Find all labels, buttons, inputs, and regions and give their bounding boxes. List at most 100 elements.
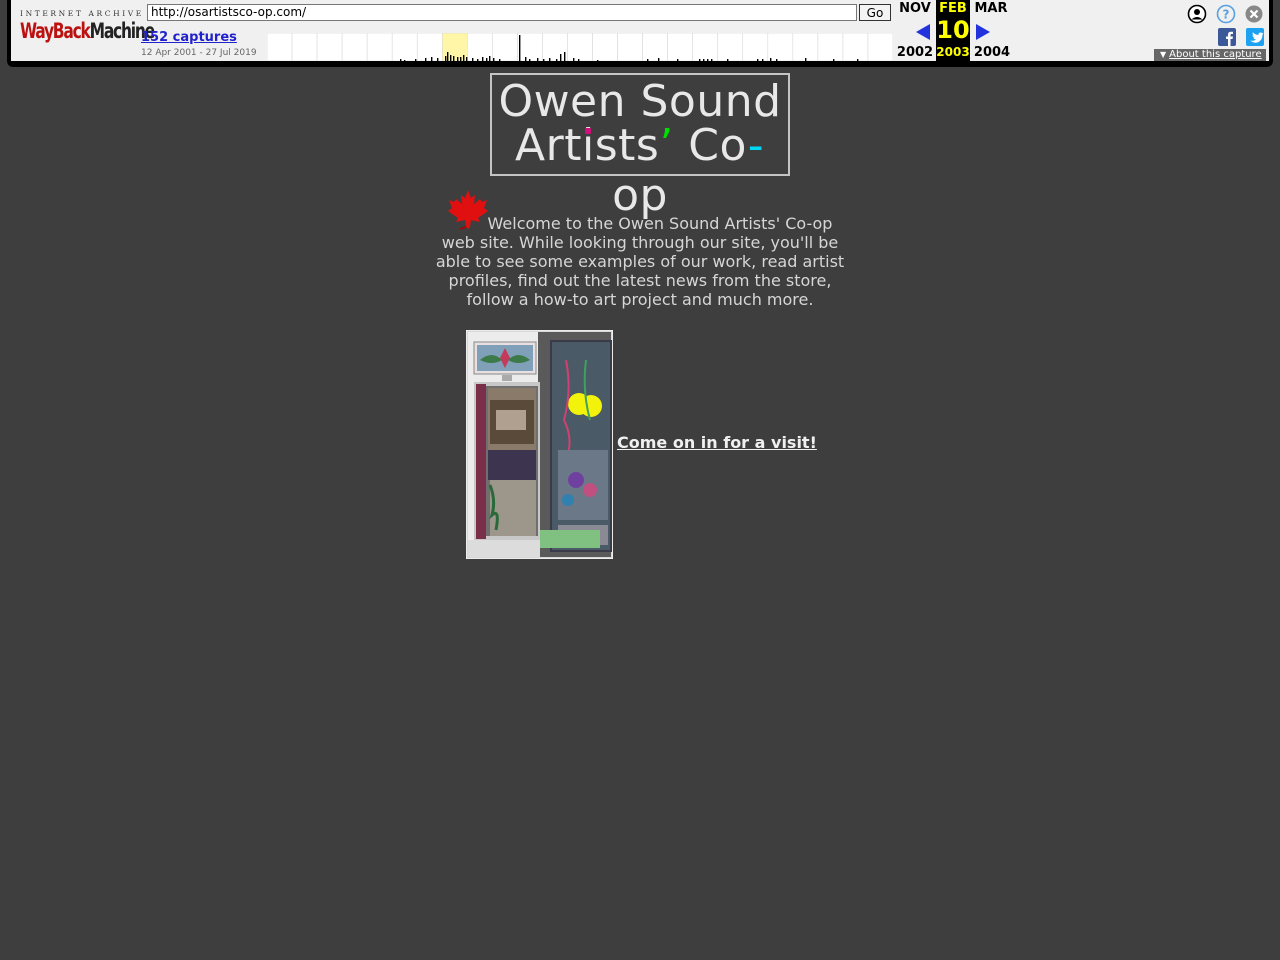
site-logo: Owen Sound Artists’ Co-op	[490, 73, 790, 221]
sparkline-year-cell	[692, 33, 719, 61]
sparkline-bar	[770, 58, 772, 61]
about-capture-button[interactable]: ▼ About this capture	[1154, 49, 1266, 61]
sparkline-year-cell	[416, 33, 443, 61]
sparkline-bar	[776, 59, 778, 61]
sparkline-bar	[525, 57, 527, 61]
sparkline-bar	[560, 54, 562, 61]
sparkline-bar	[472, 58, 474, 61]
wayback-logo[interactable]: INTERNET ARCHIVE WayBackMachine	[20, 9, 155, 49]
sparkline-bar	[578, 59, 580, 61]
sparkline-bar	[493, 58, 495, 61]
sparkline-bar	[477, 59, 479, 61]
sparkline-year-cell	[717, 33, 744, 61]
sparkline-year-cell	[492, 33, 518, 61]
sparkline-year-cell	[542, 33, 568, 61]
sparkline-bar	[445, 56, 447, 61]
sparkline-year-cell	[642, 33, 668, 61]
sparkline-bar	[857, 59, 859, 61]
sparkline-year-cell	[567, 33, 593, 61]
sparkline-year-cell	[316, 33, 343, 61]
site-logo-line2: Artists’ Co-op	[515, 120, 765, 221]
user-account-icon[interactable]	[1187, 4, 1207, 24]
sparkline-bar	[597, 60, 599, 61]
sparkline-bar	[762, 59, 764, 61]
twitter-icon[interactable]	[1246, 28, 1264, 46]
sparkline-bar	[457, 57, 459, 61]
sparkline-bar	[543, 59, 545, 61]
current-month-label: FEB	[939, 1, 967, 16]
sparkline-year-cell	[767, 33, 794, 61]
facebook-icon[interactable]	[1218, 28, 1236, 46]
sparkline-bar	[757, 59, 759, 61]
sparkline-bar	[727, 59, 729, 61]
sparkline-bar	[699, 59, 701, 61]
sparkline-bar	[450, 55, 452, 61]
svg-text:?: ?	[1223, 8, 1230, 22]
sparkline-year-cell	[617, 33, 643, 61]
sparkline-bar	[677, 59, 679, 61]
next-month-label[interactable]: MAR	[974, 1, 1008, 16]
sparkline-year-cell	[792, 33, 819, 61]
sparkline-bar	[453, 56, 455, 61]
close-icon[interactable]	[1244, 4, 1264, 24]
sparkline-year-cell	[842, 33, 869, 61]
sparkline-year-cell	[867, 33, 893, 61]
sparkline-bar	[703, 59, 705, 61]
sparkline-year-cell	[391, 33, 418, 61]
visit-link[interactable]: Come on in for a visit!	[617, 433, 817, 452]
sparkline-bar	[437, 58, 439, 61]
current-year-label: 2003	[936, 45, 970, 59]
sparkline-bar	[486, 58, 488, 61]
storefront-photo[interactable]	[466, 330, 613, 559]
current-day-label: 10	[936, 16, 970, 44]
sparkline-bar	[537, 58, 539, 61]
triangle-down-icon: ▼	[1160, 50, 1167, 59]
url-input[interactable]: http://osartistsco-op.com/	[147, 4, 857, 21]
captures-link[interactable]: 152 captures	[141, 30, 237, 45]
sparkline-year-cell	[742, 33, 769, 61]
prev-capture-arrow-icon[interactable]	[916, 24, 930, 40]
sparkline-bar	[658, 58, 660, 61]
sparkline-bar	[425, 58, 427, 61]
sparkline-bar	[707, 59, 709, 61]
welcome-text: Welcome to the Owen Sound Artists' Co-op…	[435, 214, 845, 309]
sparkline-year-cell	[592, 33, 618, 61]
go-button[interactable]: Go	[859, 4, 891, 21]
sparkline-bar	[556, 59, 558, 61]
sparkline-year-cell	[291, 33, 318, 61]
sparkline-year-cell	[517, 33, 543, 61]
sparkline-year-cell	[341, 33, 368, 61]
sparkline-bar	[519, 35, 521, 61]
sparkline-bar	[482, 57, 484, 61]
sparkline-bar	[415, 59, 417, 61]
sparkline-bar	[711, 59, 713, 61]
help-icon[interactable]: ?	[1216, 4, 1236, 24]
sparkline-year-cell	[366, 33, 393, 61]
sparkline-bar	[805, 58, 807, 61]
sparkline-bar	[647, 59, 649, 61]
prev-month-label[interactable]: NOV	[898, 1, 932, 16]
sparkline-bar	[466, 57, 468, 61]
sparkline-bar	[489, 56, 491, 61]
sparkline-bar	[529, 59, 531, 61]
sparkline-year-cell	[817, 33, 844, 61]
sparkline-bar	[447, 52, 449, 61]
sparkline-year-cell	[267, 33, 293, 61]
next-year-label[interactable]: 2004	[972, 45, 1012, 60]
sparkline-year-cell	[667, 33, 693, 61]
internet-archive-label: INTERNET ARCHIVE	[20, 9, 144, 18]
capture-date-range: 12 Apr 2001 - 27 Jul 2019	[141, 48, 257, 58]
sparkline-year-cell	[467, 33, 493, 61]
next-capture-arrow-icon[interactable]	[976, 24, 990, 40]
sparkline-bar	[833, 59, 835, 61]
wayback-machine-wordmark: WayBackMachine	[20, 19, 155, 43]
sparkline-bar	[463, 55, 465, 61]
sparkline-bar	[460, 57, 462, 61]
captures-sparkline[interactable]	[267, 33, 893, 61]
sparkline-bar	[564, 52, 566, 61]
sparkline-bar	[573, 58, 575, 61]
sparkline-bar	[431, 57, 433, 61]
sparkline-bar	[400, 59, 402, 61]
sparkline-bar	[549, 58, 551, 61]
prev-year-label[interactable]: 2002	[896, 45, 934, 60]
